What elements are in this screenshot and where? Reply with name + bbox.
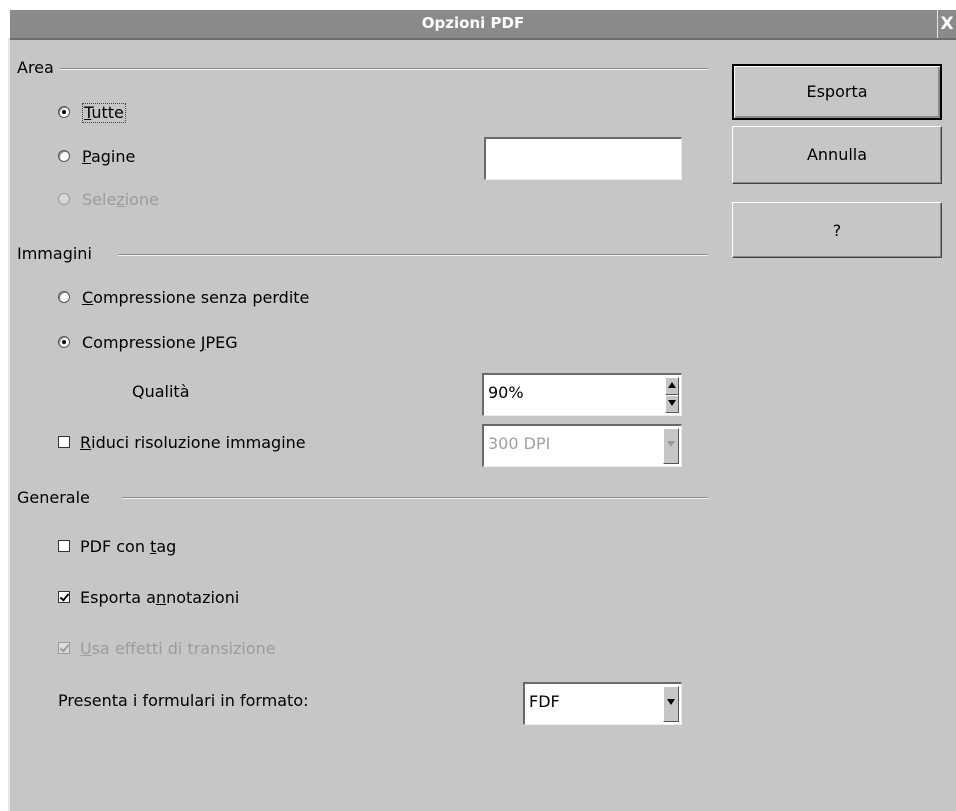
form-format-select[interactable]: FDF: [523, 682, 682, 725]
checkbox-tagged-pdf-box[interactable]: [58, 540, 70, 552]
separator-general: [122, 497, 708, 499]
radio-all-label: Tutte: [82, 103, 126, 123]
quality-value[interactable]: 90%: [488, 383, 524, 402]
checkbox-reduce-resolution-box[interactable]: [58, 436, 70, 448]
checkbox-tagged-pdf-label: PDF con tag: [80, 537, 177, 556]
cancel-button[interactable]: Annulla: [732, 126, 942, 184]
radio-selection-label: Selezione: [82, 190, 159, 209]
separator-images: [118, 254, 708, 256]
radio-lossless-label: Compressione senza perdite: [82, 288, 310, 307]
radio-jpeg-label: Compressione JPEG: [82, 333, 238, 352]
group-label-images: Immagini: [17, 244, 92, 263]
title-bar[interactable]: Opzioni PDF X: [10, 10, 956, 40]
spin-down-icon[interactable]: [665, 395, 679, 413]
dialog-edge: [8, 38, 10, 811]
chevron-down-icon[interactable]: [663, 686, 679, 722]
separator-area: [60, 68, 708, 70]
export-button[interactable]: Esporta: [732, 64, 942, 120]
radio-all-label-rest: utte: [91, 103, 124, 122]
close-icon[interactable]: X: [937, 10, 956, 38]
window-frame-top: [0, 0, 956, 10]
radio-selection-indicator[interactable]: [58, 193, 70, 205]
checkbox-transitions-label: Usa effetti di transizione: [80, 639, 276, 658]
help-button[interactable]: ?: [732, 202, 942, 258]
quality-spinner[interactable]: [665, 377, 679, 413]
checkbox-export-notes-box[interactable]: [58, 591, 70, 603]
resolution-select[interactable]: 300 DPI: [482, 424, 682, 467]
checkbox-export-notes-label: Esporta annotazioni: [80, 588, 240, 607]
radio-all-indicator[interactable]: [58, 106, 70, 118]
spin-up-icon[interactable]: [665, 377, 679, 395]
quality-spinbox[interactable]: 90%: [482, 373, 682, 416]
group-label-area: Area: [17, 58, 54, 77]
radio-pages-label: Pagine: [82, 147, 136, 166]
group-label-general: Generale: [17, 488, 90, 507]
checkbox-transitions-box[interactable]: [58, 642, 70, 654]
pages-input[interactable]: [484, 137, 682, 180]
window-title: Opzioni PDF: [421, 14, 525, 32]
form-format-value: FDF: [529, 692, 560, 711]
quality-label: Qualità: [132, 382, 190, 401]
radio-jpeg-indicator[interactable]: [58, 336, 70, 348]
chevron-down-icon[interactable]: [663, 428, 679, 464]
radio-pages-indicator[interactable]: [58, 150, 70, 162]
checkbox-reduce-resolution-label: Riduci risoluzione immagine: [80, 433, 306, 452]
help-button-label: ?: [832, 221, 842, 240]
radio-lossless-indicator[interactable]: [58, 291, 70, 303]
resolution-value: 300 DPI: [488, 434, 551, 453]
form-format-label: Presenta i formulari in formato:: [58, 691, 309, 710]
